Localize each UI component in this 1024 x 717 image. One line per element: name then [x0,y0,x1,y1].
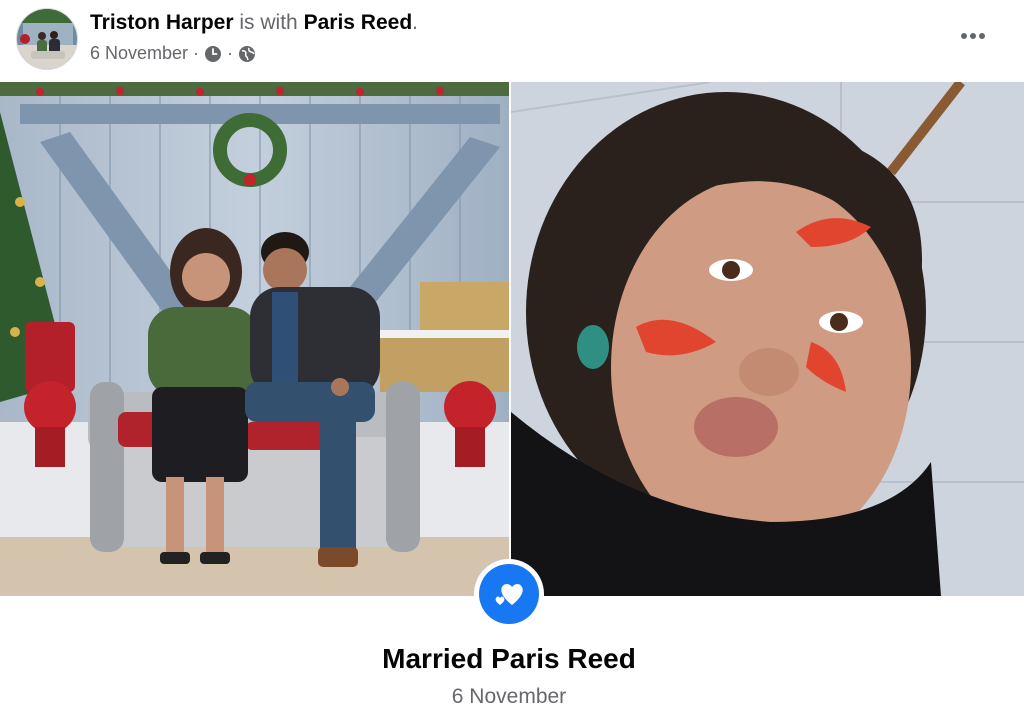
post-header: Triston Harper is with Paris Reed. 6 Nov… [0,0,1024,82]
post-date[interactable]: 6 November [90,43,188,64]
life-event-title: Married Paris Reed [382,643,636,674]
with-text: is with [239,11,298,34]
photo-couple-christmas[interactable] [0,82,509,596]
clock-icon [204,45,222,63]
post-title: Triston Harper is with Paris Reed. [90,11,418,34]
author-name[interactable]: Triston Harper [90,11,234,34]
globe-icon[interactable] [238,45,256,63]
photo-selfie[interactable] [511,82,1024,596]
tagged-person[interactable]: Paris Reed [304,11,413,34]
life-event-date: 6 November [451,685,567,708]
author-avatar[interactable] [16,8,78,70]
more-options-icon[interactable] [960,28,986,46]
post-meta: 6 November · · [90,43,256,64]
life-event-badge [474,559,544,629]
heart-icon [479,564,539,624]
